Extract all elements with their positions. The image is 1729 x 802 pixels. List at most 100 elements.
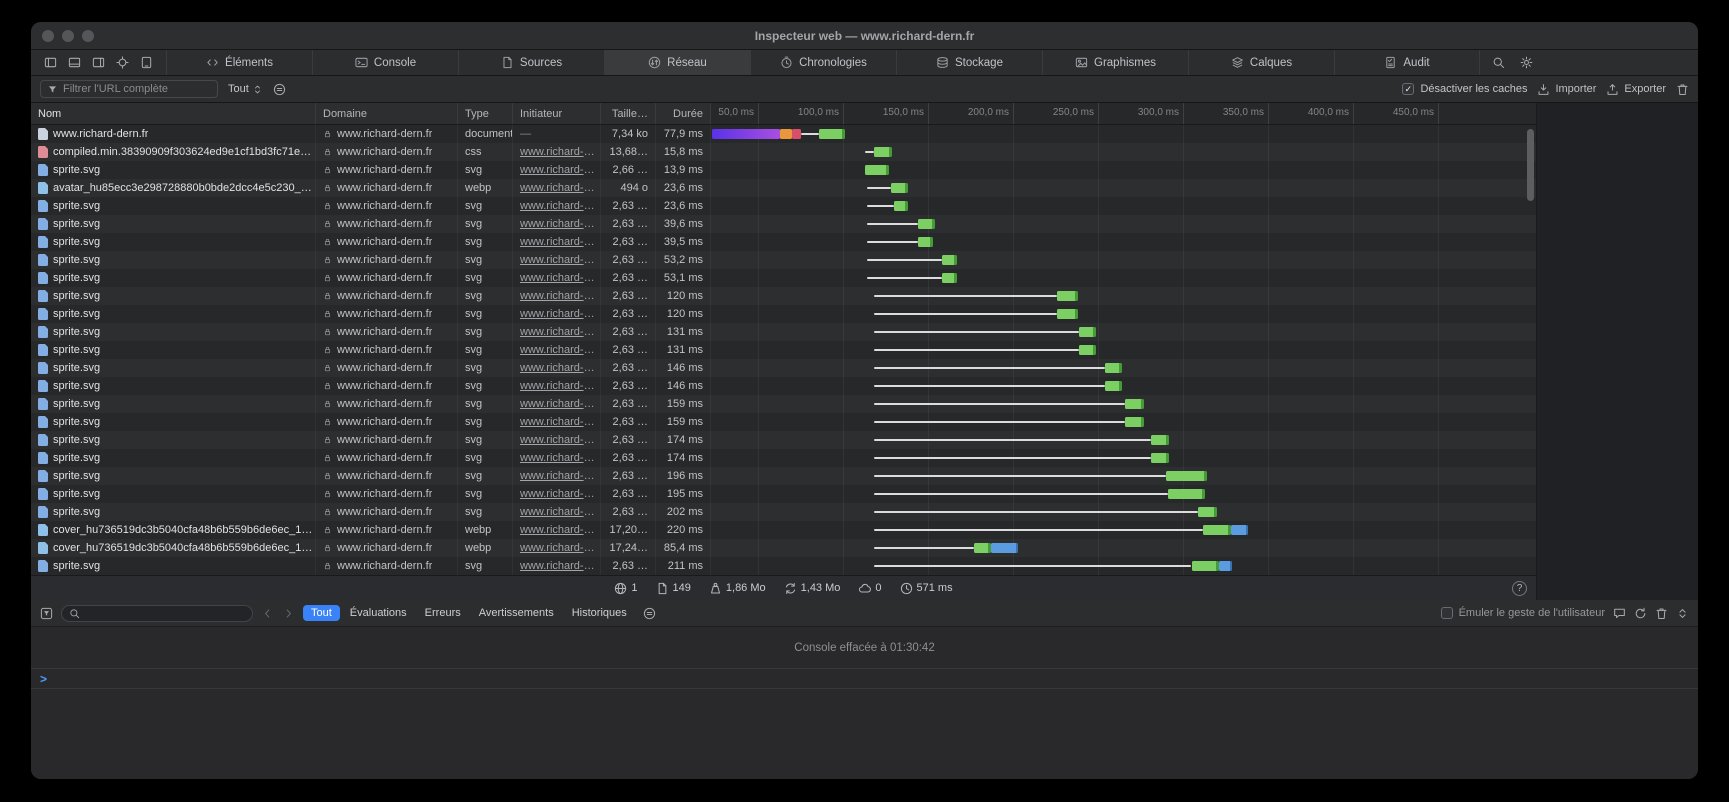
dock-right-button[interactable]	[92, 56, 105, 69]
network-row[interactable]: sprite.svgwww.richard-dern.frsvgwww.rich…	[31, 359, 1536, 377]
console-filter-button[interactable]	[40, 607, 53, 620]
network-row[interactable]: www.richard-dern.frwww.richard-dern.frdo…	[31, 125, 1536, 143]
tab-timelines[interactable]: Chronologies	[750, 50, 896, 75]
tab-console[interactable]: Console	[312, 50, 458, 75]
console-search-input[interactable]	[84, 607, 245, 619]
minimize-button[interactable]	[62, 30, 74, 42]
network-row[interactable]: cover_hu736519dc3b5040cfa48b6b559b6de6ec…	[31, 539, 1536, 557]
network-row[interactable]: cover_hu736519dc3b5040cfa48b6b559b6de6ec…	[31, 521, 1536, 539]
dock-left-button[interactable]	[44, 56, 57, 69]
previous-result-button[interactable]	[261, 607, 274, 620]
initiator-link[interactable]: www.richard-d…	[520, 416, 600, 428]
initiator-link[interactable]: www.richard-d…	[520, 560, 600, 572]
initiator-link[interactable]: www.richard-d…	[520, 506, 600, 518]
clear-console-button[interactable]	[1655, 607, 1668, 620]
initiator-link[interactable]: www.richard-d…	[520, 452, 600, 464]
network-row[interactable]: sprite.svgwww.richard-dern.frsvgwww.rich…	[31, 269, 1536, 287]
close-button[interactable]	[42, 30, 54, 42]
console-drawer-button[interactable]	[1613, 607, 1626, 620]
console-prompt-row[interactable]: >	[31, 669, 1698, 689]
resource-type-filter[interactable]: Tout	[228, 83, 263, 95]
network-row[interactable]: sprite.svgwww.richard-dern.frsvgwww.rich…	[31, 395, 1536, 413]
stat-load-time[interactable]: 571 ms	[900, 582, 953, 595]
initiator-link[interactable]: www.richard-d…	[520, 470, 600, 482]
tab-elements[interactable]: Éléments	[166, 50, 312, 75]
initiator-link[interactable]: www.richard-d…	[520, 398, 600, 410]
initiator-link[interactable]: www.richard-d…	[520, 182, 600, 194]
network-row[interactable]: sprite.svgwww.richard-dern.frsvgwww.rich…	[31, 233, 1536, 251]
next-result-button[interactable]	[282, 607, 295, 620]
emulate-gesture-checkbox[interactable]	[1441, 607, 1453, 619]
vertical-scrollbar[interactable]	[1527, 129, 1534, 201]
initiator-link[interactable]: www.richard-d…	[520, 542, 600, 554]
console-scope-erreurs[interactable]: Erreurs	[417, 605, 469, 621]
help-button[interactable]: ?	[1512, 581, 1527, 596]
tab-storage[interactable]: Stockage	[896, 50, 1042, 75]
initiator-link[interactable]: www.richard-d…	[520, 326, 600, 338]
tab-audit[interactable]: Audit	[1334, 50, 1480, 75]
initiator-link[interactable]: www.richard-d…	[520, 434, 600, 446]
initiator-link[interactable]: www.richard-d…	[520, 164, 600, 176]
column-header-taille[interactable]: Taille…	[601, 103, 656, 124]
tab-layers[interactable]: Calques	[1188, 50, 1334, 75]
initiator-link[interactable]: www.richard-d…	[520, 308, 600, 320]
network-row[interactable]: sprite.svgwww.richard-dern.frsvgwww.rich…	[31, 287, 1536, 305]
tab-network[interactable]: Réseau	[604, 50, 750, 75]
network-row[interactable]: sprite.svgwww.richard-dern.frsvgwww.rich…	[31, 485, 1536, 503]
network-row[interactable]: sprite.svgwww.richard-dern.frsvgwww.rich…	[31, 377, 1536, 395]
initiator-link[interactable]: www.richard-d…	[520, 362, 600, 374]
network-row[interactable]: sprite.svgwww.richard-dern.frsvgwww.rich…	[31, 557, 1536, 575]
initiator-link[interactable]: www.richard-d…	[520, 380, 600, 392]
inspector-settings-button[interactable]	[1520, 56, 1533, 69]
console-scope-evaluations[interactable]: Évaluations	[342, 605, 415, 621]
column-header-nom[interactable]: Nom	[31, 103, 316, 124]
import-button[interactable]: Importer	[1537, 83, 1596, 96]
initiator-link[interactable]: www.richard-d…	[520, 488, 600, 500]
inspector-search-button[interactable]	[1492, 56, 1505, 69]
console-scope-tout[interactable]: Tout	[303, 605, 340, 621]
initiator-link[interactable]: www.richard-d…	[520, 200, 600, 212]
initiator-link[interactable]: www.richard-d…	[520, 146, 600, 158]
url-filter-field[interactable]	[40, 80, 218, 98]
console-reload-button[interactable]	[1634, 607, 1647, 620]
network-row[interactable]: sprite.svgwww.richard-dern.frsvgwww.rich…	[31, 215, 1536, 233]
console-scope-historiques[interactable]: Historiques	[564, 605, 635, 621]
disable-caches-toggle[interactable]: Désactiver les caches	[1402, 83, 1527, 95]
export-button[interactable]: Exporter	[1606, 83, 1666, 96]
titlebar[interactable]: Inspecteur web — www.richard-dern.fr	[31, 22, 1698, 50]
disable-caches-checkbox[interactable]	[1402, 83, 1414, 95]
url-filter-input[interactable]	[63, 83, 211, 95]
network-row[interactable]: sprite.svgwww.richard-dern.frsvgwww.rich…	[31, 161, 1536, 179]
network-row[interactable]: sprite.svgwww.richard-dern.frsvgwww.rich…	[31, 449, 1536, 467]
network-options-button[interactable]	[273, 83, 286, 96]
stat-cached[interactable]: 0	[858, 582, 881, 595]
zoom-button[interactable]	[82, 30, 94, 42]
network-row[interactable]: sprite.svgwww.richard-dern.frsvgwww.rich…	[31, 251, 1536, 269]
network-row[interactable]: sprite.svgwww.richard-dern.frsvgwww.rich…	[31, 305, 1536, 323]
resize-console-button[interactable]	[1676, 607, 1689, 620]
network-row[interactable]: sprite.svgwww.richard-dern.frsvgwww.rich…	[31, 413, 1536, 431]
initiator-link[interactable]: www.richard-d…	[520, 290, 600, 302]
network-row[interactable]: avatar_hu85ecc3e298728880b0bde2dcc4e5c23…	[31, 179, 1536, 197]
clear-network-button[interactable]	[1676, 83, 1689, 96]
device-button[interactable]	[140, 56, 153, 69]
column-header-domaine[interactable]: Domaine	[316, 103, 458, 124]
column-header-initiateur[interactable]: Initiateur	[513, 103, 601, 124]
initiator-link[interactable]: www.richard-d…	[520, 272, 600, 284]
initiator-link[interactable]: www.richard-d…	[520, 254, 600, 266]
initiator-link[interactable]: www.richard-d…	[520, 344, 600, 356]
network-row[interactable]: sprite.svgwww.richard-dern.frsvgwww.rich…	[31, 467, 1536, 485]
initiator-link[interactable]: www.richard-d…	[520, 218, 600, 230]
console-search-field[interactable]	[61, 605, 253, 622]
console-options-button[interactable]	[643, 607, 656, 620]
element-picker-button[interactable]	[116, 56, 129, 69]
console-scope-avertissements[interactable]: Avertissements	[471, 605, 562, 621]
network-row[interactable]: sprite.svgwww.richard-dern.frsvgwww.rich…	[31, 431, 1536, 449]
network-row[interactable]: sprite.svgwww.richard-dern.frsvgwww.rich…	[31, 503, 1536, 521]
column-header-type[interactable]: Type	[458, 103, 513, 124]
network-row[interactable]: sprite.svgwww.richard-dern.frsvgwww.rich…	[31, 341, 1536, 359]
stat-resources[interactable]: 149	[656, 582, 691, 595]
initiator-link[interactable]: www.richard-d…	[520, 524, 600, 536]
stat-total-size[interactable]: 1,86 Mo	[709, 582, 766, 595]
initiator-link[interactable]: www.richard-d…	[520, 236, 600, 248]
